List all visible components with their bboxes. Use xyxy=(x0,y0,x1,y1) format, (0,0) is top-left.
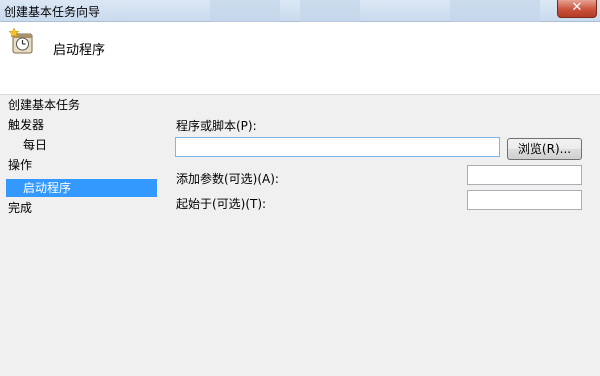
browse-button[interactable]: 浏览(R)... xyxy=(507,138,582,160)
start-in-input[interactable] xyxy=(467,190,582,210)
browse-button-label: 浏览(R)... xyxy=(517,142,572,156)
close-button[interactable]: ✕ xyxy=(557,0,597,18)
args-label: 添加参数(可选)(A): xyxy=(176,172,279,186)
wizard-header: 启动程序 xyxy=(0,22,600,95)
step-label: 启动程序 xyxy=(23,181,72,195)
step-label: 操作 xyxy=(8,158,33,172)
title-bar-blur xyxy=(450,0,540,22)
step-daily[interactable]: 每日 xyxy=(23,136,47,154)
args-input[interactable] xyxy=(467,165,582,185)
wizard-content: 程序或脚本(P): 浏览(R)... 添加参数(可选)(A): 起始于(可选)(… xyxy=(160,95,600,376)
title-bar-blur xyxy=(300,0,360,22)
task-scheduler-clock-icon xyxy=(8,27,37,56)
step-label: 完成 xyxy=(8,201,33,215)
step-finish[interactable]: 完成 xyxy=(8,199,32,217)
program-label: 程序或脚本(P): xyxy=(176,119,257,133)
step-label: 创建基本任务 xyxy=(8,98,81,112)
page-title: 启动程序 xyxy=(53,43,106,58)
step-create-basic-task[interactable]: 创建基本任务 xyxy=(8,96,80,114)
program-input[interactable] xyxy=(175,137,500,157)
title-bar-blur xyxy=(210,0,280,22)
title-bar[interactable]: 创建基本任务向导 ✕ xyxy=(0,0,600,22)
step-label: 触发器 xyxy=(8,118,45,132)
start-in-label: 起始于(可选)(T): xyxy=(176,197,267,211)
step-action[interactable]: 操作 xyxy=(8,156,32,174)
wizard-steps-sidebar: 创建基本任务 触发器 每日 操作 启动程序 完成 xyxy=(0,95,160,376)
step-trigger[interactable]: 触发器 xyxy=(8,116,44,134)
step-start-program[interactable]: 启动程序 xyxy=(6,179,157,197)
close-icon: ✕ xyxy=(571,0,583,15)
window-title: 创建基本任务向导 xyxy=(4,5,101,19)
step-label: 每日 xyxy=(23,138,48,152)
